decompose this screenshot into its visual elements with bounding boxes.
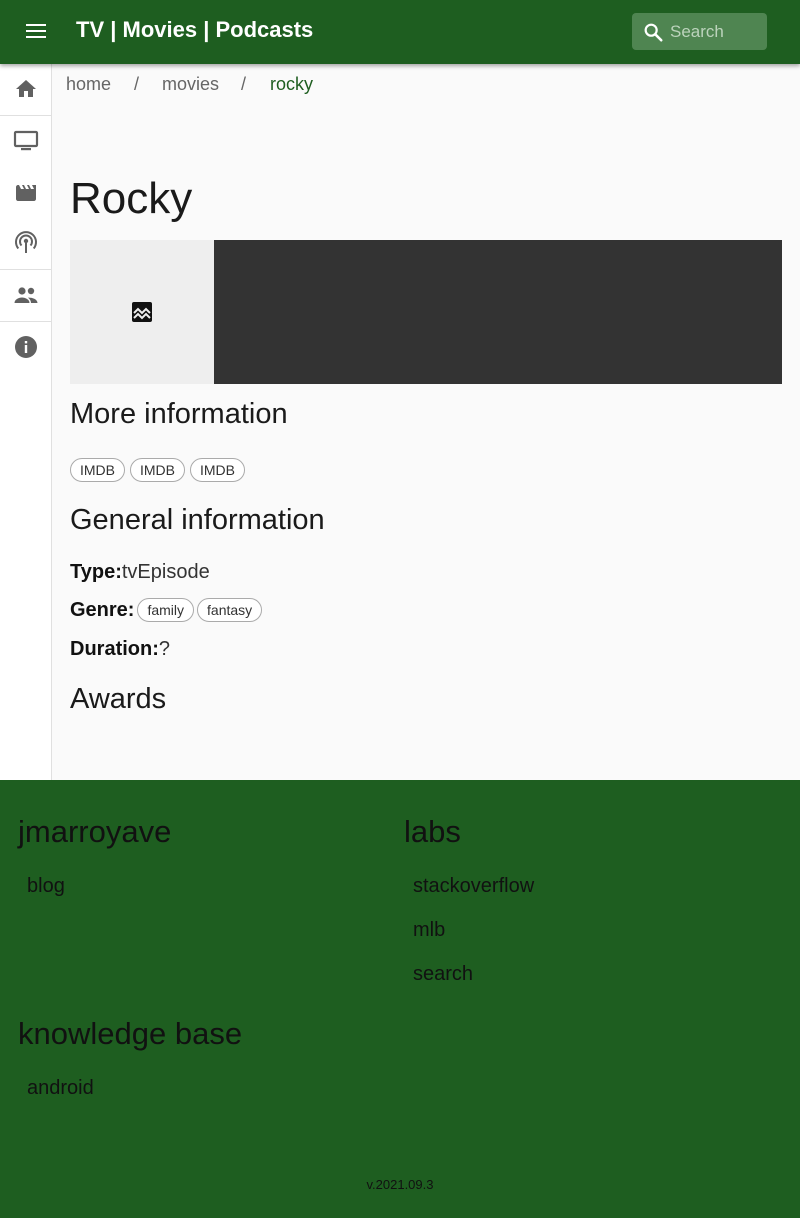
more-info-heading: More information [70,398,288,430]
type-label: Type: [70,561,122,583]
imdb-chip[interactable]: IMDB [70,458,125,482]
people-icon [14,287,37,303]
search-input[interactable] [670,19,762,45]
general-info-heading: General information [70,504,325,536]
type-row: Type: tvEpisode [70,561,210,584]
search-icon [644,23,663,42]
footer-link-android[interactable]: android [27,1077,94,1100]
breadcrumb-current: rocky [270,74,314,94]
footer-link-search[interactable]: search [413,963,473,986]
footer-heading-jmarroyave: jmarroyave [18,814,172,849]
app-title[interactable]: TV | Movies | Podcasts [76,17,313,43]
podcast-icon [14,231,37,253]
awards-heading: Awards [70,683,167,715]
duration-value: ? [158,638,171,660]
duration-label: Duration: [70,638,159,660]
genre-row: Genre: family fantasy [70,598,263,622]
genre-chip-fantasy[interactable]: fantasy [197,598,263,622]
footer-link-mlb[interactable]: mlb [413,919,445,942]
app-bar: TV | Movies | Podcasts [0,0,800,64]
side-rail [0,64,52,780]
imdb-chip[interactable]: IMDB [130,458,185,482]
search-box[interactable] [632,13,767,50]
footer-heading-knowledge-base: knowledge base [18,1016,243,1051]
type-value: tvEpisode [121,561,210,583]
menu-icon[interactable] [24,20,50,44]
footer-link-stackoverflow[interactable]: stackoverflow [413,875,534,898]
imdb-chip[interactable]: IMDB [190,458,245,482]
breadcrumb-separator: / [134,74,140,94]
rail-info[interactable] [0,322,51,372]
link-chips: IMDB IMDB IMDB [70,458,245,482]
page-title: Rocky [70,174,193,223]
footer: jmarroyave blog labs stackoverflow mlb s… [0,780,800,1218]
rail-movies[interactable] [0,168,51,218]
tv-icon [13,130,38,151]
poster [70,240,214,384]
rail-people[interactable] [0,270,51,320]
genre-chip-family[interactable]: family [137,598,195,622]
rail-podcasts[interactable] [0,218,51,268]
genre-label: Genre: [70,598,135,621]
breadcrumb-separator: / [241,74,247,94]
breadcrumb-home[interactable]: home [66,74,111,95]
movie-icon [15,185,36,201]
breadcrumb-movies[interactable]: movies [162,74,219,95]
main-content: home / movies / rocky Rocky More informa… [52,64,800,780]
home-icon [15,80,36,97]
version-label: v.2021.09.3 [366,1177,434,1192]
rail-tv[interactable] [0,116,51,166]
footer-heading-labs: labs [404,814,461,849]
broken-image-icon [132,302,152,322]
rail-home[interactable] [0,64,51,114]
duration-row: Duration: ? [70,638,170,661]
info-icon [14,336,37,358]
media-banner [70,240,782,384]
footer-link-blog[interactable]: blog [27,875,65,898]
